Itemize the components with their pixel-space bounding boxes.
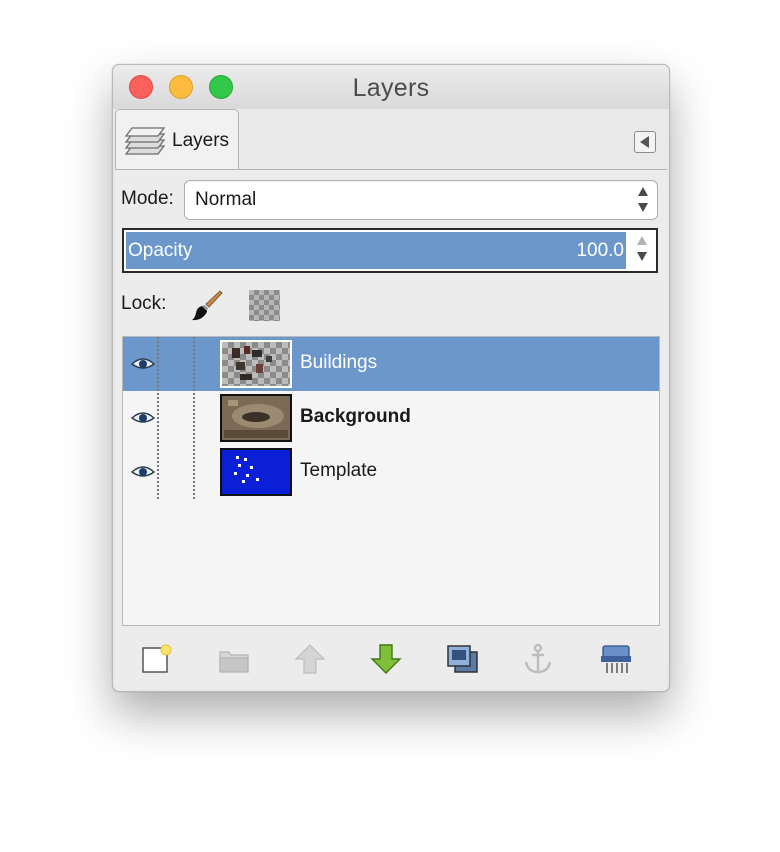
title-bar[interactable]: Layers	[113, 65, 669, 109]
background-thumbnail-art	[222, 396, 290, 440]
dock-tab-bar: Layers	[113, 109, 669, 171]
lower-layer-icon[interactable]	[369, 642, 403, 676]
opacity-fill	[126, 232, 626, 269]
tab-label: Layers	[172, 130, 230, 151]
chain-column-divider	[157, 337, 159, 499]
layers-window: Layers Layers Mode: Normal Opacity 100.0…	[112, 64, 670, 692]
layer-row-template[interactable]: Template	[123, 445, 659, 499]
tab-menu-button[interactable]	[634, 131, 656, 153]
delete-layer-icon[interactable]	[599, 642, 633, 676]
alpha-lock-icon[interactable]	[249, 290, 280, 321]
paintbrush-lock-icon[interactable]	[191, 288, 225, 322]
layer-thumbnail	[220, 448, 292, 496]
layer-thumbnail	[220, 340, 292, 388]
new-layer-icon[interactable]	[139, 642, 173, 676]
layers-list: Buildings Background Template	[122, 336, 660, 626]
opacity-label: Opacity	[128, 240, 193, 261]
layer-name[interactable]: Buildings	[300, 352, 377, 374]
template-thumbnail-art	[234, 456, 259, 483]
layer-name[interactable]: Template	[300, 460, 377, 482]
layer-name[interactable]: Background	[300, 406, 411, 428]
layer-row-buildings[interactable]: Buildings	[123, 337, 659, 391]
buildings-thumbnail-art	[232, 346, 272, 380]
eye-icon[interactable]	[131, 463, 155, 481]
mode-label: Mode:	[121, 188, 174, 209]
mode-value: Normal	[195, 189, 257, 210]
duplicate-layer-icon[interactable]	[445, 642, 479, 676]
new-layer-group-icon[interactable]	[217, 642, 251, 676]
opacity-value: 100.0	[576, 240, 624, 261]
layers-toolbar	[115, 628, 667, 690]
window-title: Layers	[352, 74, 430, 102]
chain-column-divider	[193, 337, 195, 499]
updown-arrows-icon	[637, 185, 649, 215]
mode-select[interactable]: Normal	[184, 180, 658, 220]
eye-icon[interactable]	[131, 409, 155, 427]
anchor-layer-icon[interactable]	[521, 642, 555, 676]
tab-layers[interactable]: Layers	[115, 109, 239, 171]
raise-layer-icon[interactable]	[293, 642, 327, 676]
eye-icon[interactable]	[131, 355, 155, 373]
opacity-slider[interactable]: Opacity 100.0	[122, 228, 658, 273]
lock-label: Lock:	[121, 293, 167, 314]
opacity-spinner[interactable]	[636, 234, 648, 264]
layers-panel: Mode: Normal Opacity 100.0 Lock: Buildin…	[115, 169, 667, 689]
layer-row-background[interactable]: Background	[123, 391, 659, 445]
layers-icon	[124, 127, 166, 155]
layer-thumbnail	[220, 394, 292, 442]
